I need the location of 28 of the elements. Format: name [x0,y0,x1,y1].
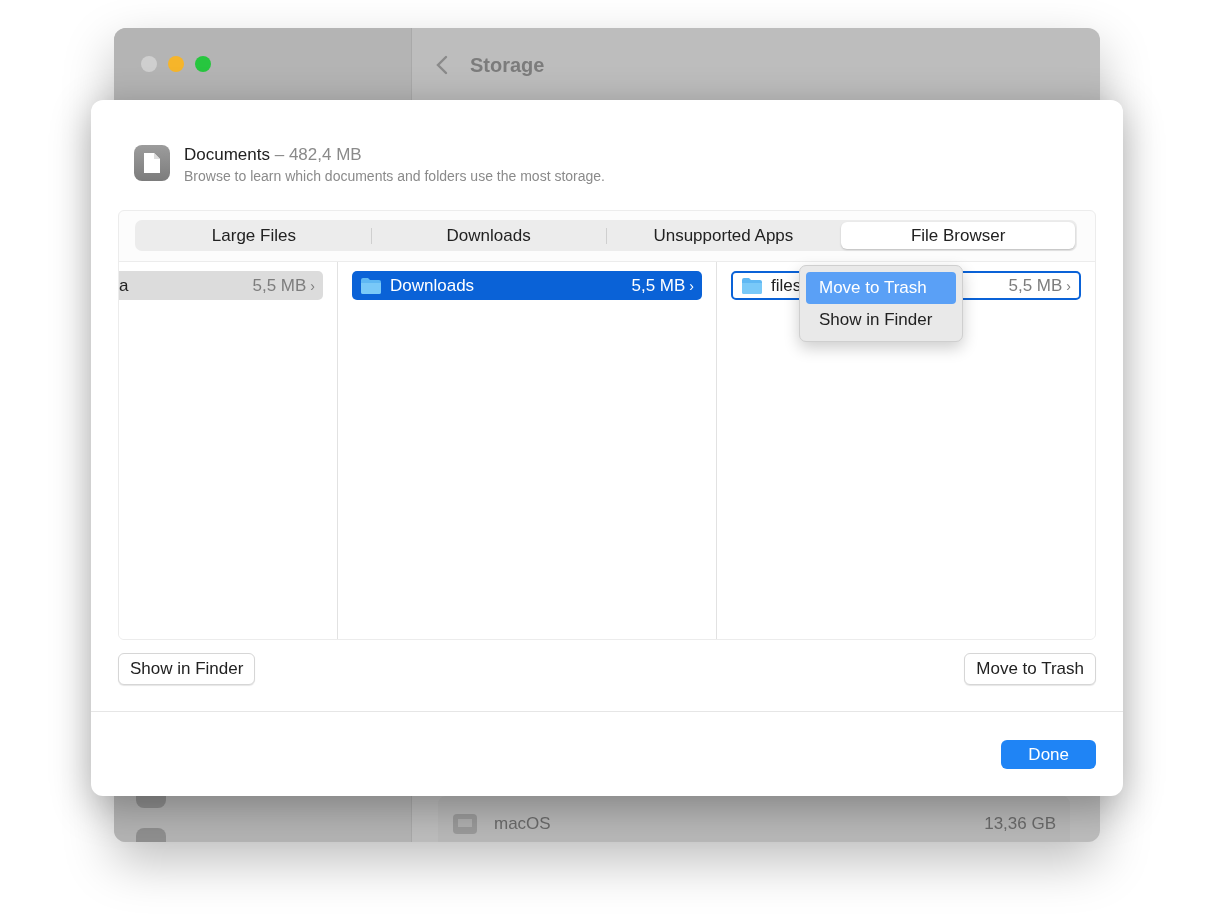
tab[interactable]: Downloads [371,222,606,249]
tab[interactable]: File Browser [841,222,1075,249]
back-icon[interactable] [436,55,448,75]
menu-item[interactable]: Show in Finder [806,303,956,335]
document-icon [134,145,170,181]
folder-size: 5,5 MB [631,275,686,295]
folder-size: 5,5 MB [1008,275,1063,295]
dialog-subtitle: Browse to learn which documents and folders use the most storage. [184,167,605,186]
done-button[interactable]: Done [1001,739,1096,769]
chevron-icon: › [1066,277,1071,294]
window-control[interactable] [168,56,184,72]
dialog-title: Documents – 482,4 MB [184,144,363,166]
folder-name: a [119,274,129,297]
storage-name: macOS [494,813,551,836]
window-control[interactable] [195,56,211,72]
window-control[interactable] [141,56,157,72]
show-in-finder-button[interactable]: Show in Finder [118,653,256,685]
storage-size: 13,36 GB [984,813,1056,836]
folder-row[interactable]: a 5,5 MB › [119,271,323,300]
move-to-trash-button[interactable]: Move to Trash [964,653,1096,685]
window-title: Storage [470,53,545,78]
tab[interactable]: Unsupported Apps [606,222,841,249]
chevron-icon: › [689,277,694,294]
folder-name: Downloads [390,274,475,297]
folder-row[interactable]: Downloads 5,5 MB › [352,271,702,300]
chevron-icon: › [310,277,315,294]
folder-size: 5,5 MB [252,275,307,295]
tab[interactable]: Large Files [137,222,371,249]
